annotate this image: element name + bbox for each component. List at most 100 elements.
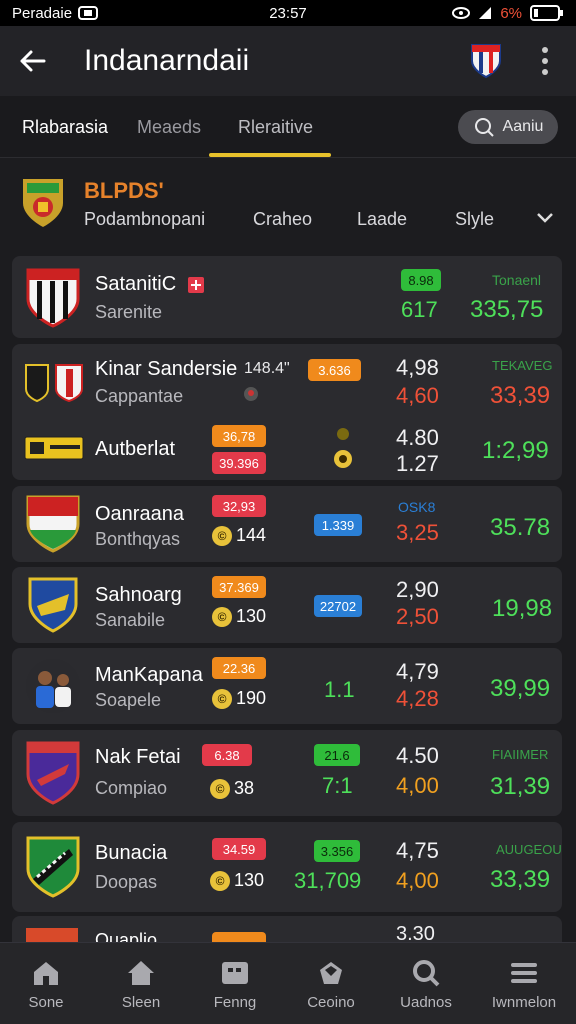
odds-badge[interactable]: 36,78	[212, 425, 266, 447]
odds-total[interactable]: 31,39	[490, 773, 550, 801]
coin-value: 130	[236, 606, 267, 626]
tab-indicator	[209, 153, 331, 157]
nav-item-fenng[interactable]: Fenng	[187, 943, 283, 1024]
odds-badge[interactable]: 3.636	[308, 359, 361, 381]
coin-icon: ©	[210, 778, 230, 799]
status-time: 23:57	[269, 4, 307, 22]
team-subtitle: Compiao	[95, 778, 168, 798]
column-header-2[interactable]: Laade	[357, 209, 407, 230]
odds-away[interactable]: 2,50	[396, 604, 439, 630]
team-shield-icon[interactable]	[470, 43, 502, 79]
odds-total[interactable]: 33,39	[490, 382, 550, 410]
search-icon	[474, 118, 494, 137]
odds-draw[interactable]: 7:1	[322, 773, 353, 799]
odds-badge[interactable]: 21.6	[314, 744, 360, 766]
match-card[interactable]	[12, 822, 562, 912]
team-subtitle: Sanabile	[95, 610, 166, 630]
team-crest-icon	[26, 495, 80, 553]
nav-item-uadnos[interactable]: Uadnos	[378, 943, 474, 1024]
team-name: Nak Fetai	[95, 746, 181, 768]
odds-home[interactable]: 4.80	[396, 425, 439, 451]
odds-total[interactable]: 335,75	[470, 296, 543, 324]
market-label: Tonaenl	[492, 272, 542, 288]
odds-badge[interactable]: 37.369	[212, 576, 266, 598]
odds-draw[interactable]: 31,709	[294, 868, 361, 894]
team-name: Oanraana	[95, 503, 184, 525]
odds-away[interactable]: 4,28	[396, 686, 439, 712]
odds-away[interactable]: 4,00	[396, 868, 439, 894]
search-label: Aaniu	[502, 118, 544, 135]
coin-count: © 130	[212, 606, 266, 627]
odds-badge[interactable]: 8.98	[401, 269, 441, 291]
odds-away[interactable]: 4,60	[396, 383, 439, 409]
coin-icon: ©	[210, 870, 230, 891]
bottom-nav: Sone Sleen Fenng Ceoino Uadnos Iwnmelon	[0, 942, 576, 1024]
team-crest-icon	[26, 836, 80, 898]
team-extra: 148.4"	[244, 360, 290, 377]
odds-badge[interactable]: 3.356	[314, 840, 360, 862]
odds-value[interactable]: 617	[401, 297, 438, 323]
odds-total[interactable]: 1:2,99	[482, 437, 549, 465]
team-subtitle: Bonthqyas	[95, 529, 181, 549]
market-label: AUUGEOU	[496, 842, 562, 857]
odds-home[interactable]: 4.50	[396, 743, 439, 769]
tab-rlabarasia[interactable]: Rlabarasia	[22, 96, 108, 158]
team-name: Sahnoarg	[95, 584, 182, 606]
odds-home[interactable]: 4,79	[396, 659, 439, 685]
tab-rleraitive[interactable]: Rleraitive	[238, 96, 313, 158]
menu-icon	[511, 962, 537, 983]
nav-item-sleen[interactable]: Sleen	[93, 943, 189, 1024]
column-header-1[interactable]: Craheo	[253, 209, 312, 230]
team-name: ManKapana	[95, 664, 203, 686]
odds-badge[interactable]: 22.36	[212, 657, 266, 679]
match-card[interactable]	[12, 730, 562, 816]
coin-count: © 190	[212, 688, 266, 709]
nav-item-iwnmelon[interactable]: Iwnmelon	[476, 943, 572, 1024]
market-label: OSK8	[398, 499, 436, 515]
odds-total[interactable]: 35.78	[490, 514, 550, 542]
nav-label: Sone	[28, 993, 64, 1011]
nav-label: Iwnmelon	[491, 993, 557, 1011]
team-name: Autberlat	[95, 438, 176, 460]
market-label: FIAIIMER	[492, 747, 549, 762]
odds-badge[interactable]: 32,93	[212, 495, 266, 517]
odds-home[interactable]: 4,75	[396, 838, 439, 864]
team-crest-icon	[26, 268, 80, 328]
chevron-down-icon[interactable]	[536, 212, 554, 224]
nav-label: Uadnos	[400, 993, 452, 1011]
odds-badge[interactable]: 34.59	[212, 838, 266, 860]
team-photo-icon	[26, 659, 80, 713]
search-button[interactable]: Aaniu	[458, 110, 558, 144]
odds-total[interactable]: 39,99	[490, 675, 550, 703]
odds-away[interactable]: 4,00	[396, 773, 439, 799]
league-subtitle: Podambnopani	[84, 209, 206, 229]
house-icon	[128, 960, 154, 985]
coin-count: © 144	[212, 525, 266, 546]
trophy-icon	[334, 428, 352, 468]
nav-item-sone[interactable]: Sone	[0, 943, 94, 1024]
odds-badge[interactable]: 1.339	[314, 514, 362, 536]
odds-away[interactable]: 1.27	[396, 451, 439, 477]
coin-value: 144	[236, 525, 267, 545]
coin-value: 130	[234, 870, 265, 890]
nav-label: Ceoino	[307, 993, 355, 1011]
odds-home[interactable]: 4,98	[396, 355, 439, 381]
nav-label: Sleen	[121, 993, 161, 1011]
column-header-3[interactable]: Slyle	[455, 209, 494, 230]
tab-meaeds[interactable]: Meaeds	[137, 96, 201, 158]
coin-count: © 130	[210, 870, 264, 891]
back-button[interactable]	[0, 26, 64, 96]
more-vert-icon[interactable]	[540, 46, 550, 76]
nav-item-ceoino[interactable]: Ceoino	[283, 943, 379, 1024]
odds-home[interactable]: 2,90	[396, 577, 439, 603]
coin-icon: ©	[212, 688, 232, 709]
odds-badge[interactable]: 39.396	[212, 452, 266, 474]
odds-badge[interactable]: 6.38	[202, 744, 252, 766]
ball-icon	[320, 961, 342, 984]
tv-icon	[222, 961, 248, 984]
odds-away[interactable]: 3,25	[396, 520, 439, 546]
odds-badge[interactable]: 22702	[314, 595, 362, 617]
odds-total[interactable]: 33,39	[490, 866, 550, 894]
odds-total[interactable]: 19,98	[492, 595, 552, 623]
odds-draw[interactable]: 1.1	[324, 677, 355, 703]
